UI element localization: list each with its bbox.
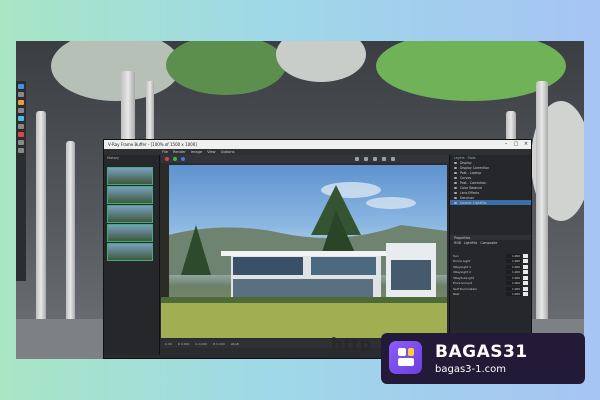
light-label: Environment bbox=[453, 281, 473, 286]
tool-icon[interactable] bbox=[18, 84, 24, 89]
left-toolbar bbox=[16, 81, 26, 281]
save-icon[interactable] bbox=[355, 157, 359, 161]
green-channel-icon[interactable] bbox=[173, 157, 177, 161]
status-value: B 0.000 bbox=[213, 342, 225, 346]
light-value[interactable]: 1.000 bbox=[506, 253, 521, 258]
history-thumb[interactable] bbox=[107, 186, 153, 204]
render-icon[interactable] bbox=[382, 157, 386, 161]
light-value[interactable]: 1.000 bbox=[506, 270, 521, 275]
history-thumb[interactable] bbox=[107, 205, 153, 223]
light-value[interactable]: 1.000 bbox=[506, 281, 521, 286]
light-value[interactable]: 1.000 bbox=[506, 259, 521, 264]
status-value: R 0.000 bbox=[177, 342, 190, 346]
tool-icon[interactable] bbox=[18, 100, 24, 105]
layer-label: Curves bbox=[460, 175, 472, 180]
vfb-titlebar[interactable]: V-Ray Frame Buffer - [100% of 1500 x 100… bbox=[104, 140, 531, 149]
menu-file[interactable]: File bbox=[162, 150, 168, 154]
light-label: VRaySunLight bbox=[453, 275, 474, 280]
menu-options[interactable]: Options bbox=[221, 150, 235, 154]
color-swatch[interactable] bbox=[523, 286, 528, 291]
history-thumb[interactable] bbox=[107, 167, 153, 185]
eye-icon[interactable] bbox=[454, 196, 457, 199]
render-image bbox=[161, 165, 447, 338]
maximize-icon[interactable]: □ bbox=[511, 140, 521, 149]
color-swatch[interactable] bbox=[523, 259, 528, 264]
menu-image[interactable]: Image bbox=[191, 150, 202, 154]
watermark-text: http bbox=[331, 335, 372, 355]
eye-icon[interactable] bbox=[454, 186, 457, 189]
light-value[interactable]: 1.000 bbox=[506, 264, 521, 269]
layer-label: Post - Lookup bbox=[460, 170, 482, 175]
properties-title: Properties bbox=[454, 235, 471, 240]
viewport-3d: V-Ray Frame Buffer - [100% of 1500 x 100… bbox=[16, 41, 584, 359]
close-icon[interactable]: × bbox=[521, 140, 531, 149]
status-value: 0.00 bbox=[165, 342, 172, 346]
tool-icon[interactable] bbox=[18, 124, 24, 129]
stop-icon[interactable] bbox=[391, 157, 395, 161]
layer-label: Color Balance bbox=[460, 185, 483, 190]
vfb-title: V-Ray Frame Buffer - [100% of 1500 x 100… bbox=[108, 142, 197, 147]
layer-label: Denoiser bbox=[460, 195, 475, 200]
light-label: Dome Light bbox=[453, 259, 471, 264]
layer-label: Source: LightMix bbox=[460, 200, 487, 205]
layer-label: Display bbox=[460, 160, 472, 165]
brand-name: BAGAS31 bbox=[435, 342, 528, 362]
layer-label: Post - Correction bbox=[460, 180, 487, 185]
history-thumb[interactable] bbox=[107, 224, 153, 242]
tool-icon[interactable] bbox=[18, 92, 24, 97]
tool-icon[interactable] bbox=[18, 140, 24, 145]
tool-icon[interactable] bbox=[18, 148, 24, 153]
history-thumb[interactable] bbox=[107, 243, 153, 261]
vfb-window: V-Ray Frame Buffer - [100% of 1500 x 100… bbox=[103, 139, 532, 359]
brand-logo-icon bbox=[389, 341, 422, 374]
history-panel: History bbox=[104, 155, 160, 355]
tab-lightmix[interactable]: LightMix bbox=[464, 241, 477, 245]
brand-badge: BAGAS31 bagas3-1.com bbox=[381, 333, 585, 384]
status-value: sRGB bbox=[230, 342, 239, 346]
region-icon[interactable] bbox=[373, 157, 377, 161]
light-label: Sun bbox=[453, 253, 459, 258]
menu-view[interactable]: View bbox=[207, 150, 216, 154]
layer-label: Display Correction bbox=[460, 165, 490, 170]
tool-icon[interactable] bbox=[18, 108, 24, 113]
red-channel-icon[interactable] bbox=[165, 157, 169, 161]
status-value: G 0.000 bbox=[195, 342, 208, 346]
menu-render[interactable]: Render bbox=[173, 150, 186, 154]
eye-icon[interactable] bbox=[454, 166, 457, 169]
light-label: VRayLight 2 bbox=[453, 270, 472, 275]
eye-icon[interactable] bbox=[454, 171, 457, 174]
color-swatch[interactable] bbox=[523, 253, 528, 258]
tab-composite[interactable]: Composite bbox=[480, 241, 497, 245]
eye-icon[interactable] bbox=[454, 201, 457, 204]
eye-icon[interactable] bbox=[454, 176, 457, 179]
color-swatch[interactable] bbox=[523, 275, 528, 280]
eye-icon[interactable] bbox=[454, 161, 457, 164]
tab-rgb[interactable]: RGB bbox=[454, 241, 461, 245]
color-swatch[interactable] bbox=[523, 292, 528, 297]
tool-icon[interactable] bbox=[18, 116, 24, 121]
eye-icon[interactable] bbox=[454, 181, 457, 184]
minimize-icon[interactable]: – bbox=[501, 140, 511, 149]
layer-label: Lens Effects bbox=[460, 190, 480, 195]
light-label: Rest bbox=[453, 292, 460, 297]
layers-panel: Layers Stats Display Display Correction … bbox=[449, 155, 531, 355]
eye-icon[interactable] bbox=[454, 191, 457, 194]
tab-layers[interactable]: Layers bbox=[454, 156, 465, 160]
tool-icon[interactable] bbox=[18, 132, 24, 137]
light-value[interactable]: 1.000 bbox=[506, 292, 521, 297]
color-swatch[interactable] bbox=[523, 270, 528, 275]
light-label: Self Illumination bbox=[453, 286, 478, 291]
color-swatch[interactable] bbox=[523, 281, 528, 286]
light-value[interactable]: 1.000 bbox=[506, 275, 521, 280]
light-value[interactable]: 1.000 bbox=[506, 286, 521, 291]
clear-icon[interactable] bbox=[364, 157, 368, 161]
brand-url: bagas3-1.com bbox=[435, 364, 507, 375]
color-swatch[interactable] bbox=[523, 264, 528, 269]
history-label: History bbox=[107, 156, 120, 160]
tab-stats[interactable]: Stats bbox=[468, 156, 476, 160]
blue-channel-icon[interactable] bbox=[181, 157, 185, 161]
light-row[interactable]: Rest 1.000 bbox=[450, 292, 531, 298]
light-label: VRayLight 1 bbox=[453, 264, 472, 269]
